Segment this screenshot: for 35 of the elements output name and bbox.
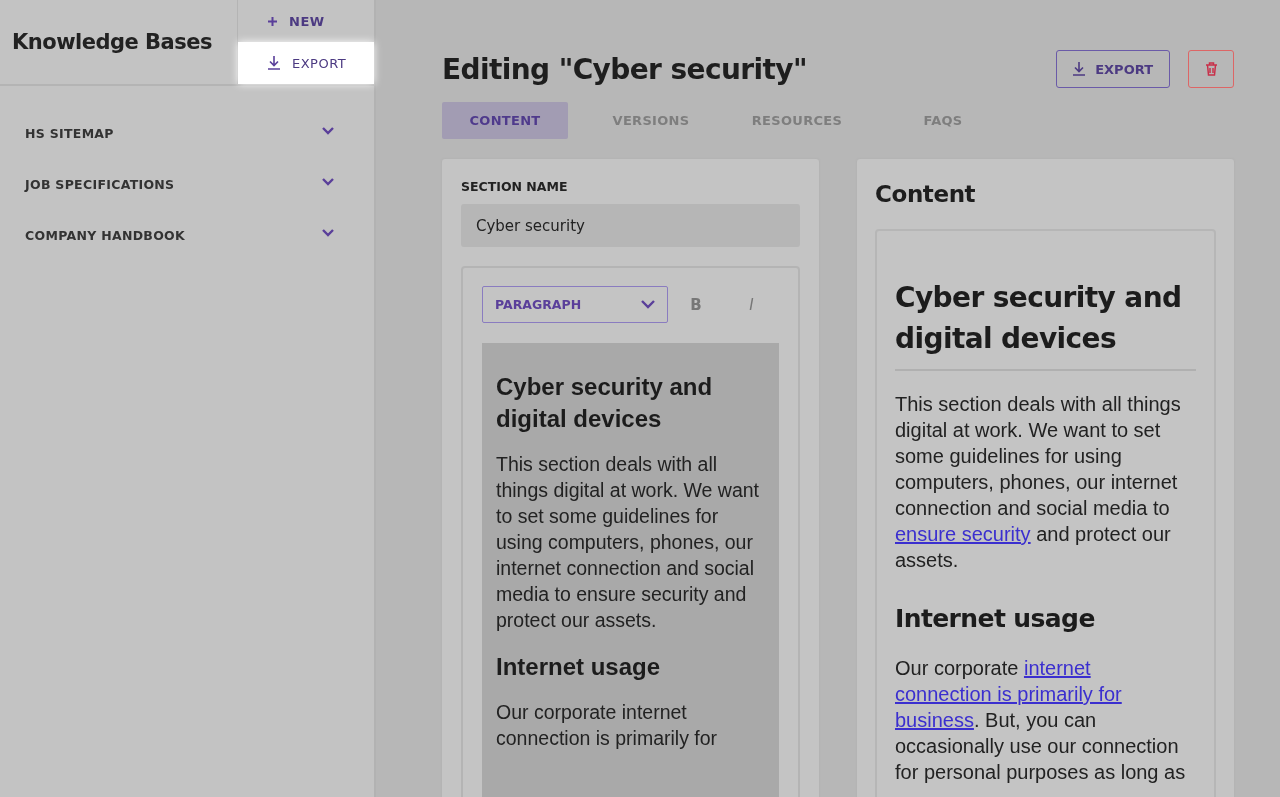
preview-title: Content xyxy=(875,181,977,207)
content-heading: Internet usage xyxy=(496,652,662,682)
download-icon xyxy=(1073,62,1086,76)
text-editor[interactable] xyxy=(482,343,779,797)
text-link[interactable]: internet xyxy=(1023,657,1091,679)
page-title: Editing "Cyber security" xyxy=(442,52,807,86)
section-name-field[interactable]: Cyber security xyxy=(461,204,800,247)
chevron-icon xyxy=(322,177,334,186)
chevron-icon xyxy=(322,228,334,237)
field-label: SECTION NAME xyxy=(461,179,569,194)
download-icon xyxy=(268,56,280,70)
chevron-icon xyxy=(322,126,334,135)
content-heading: Cyber security and digital devices xyxy=(496,372,714,434)
trash-icon xyxy=(1204,62,1218,76)
content-heading: Internet usage xyxy=(895,603,1096,635)
italic-button[interactable]: I xyxy=(723,286,779,323)
new-button[interactable]: NEW xyxy=(238,0,374,42)
block-type-dropdown[interactable]: PARAGRAPH xyxy=(482,286,669,323)
plus-icon xyxy=(268,16,277,26)
sidebar-item[interactable]: COMPANY HANDBOOK xyxy=(0,210,374,261)
sidebar-item[interactable]: HS SITEMAP xyxy=(0,108,374,159)
content-paragraph: Our corporate internet connection is primarily for business. But, you can occasionally use our connection for personal purposes as long as xyxy=(895,656,1187,785)
content-heading: Cyber security and digital devices xyxy=(895,277,1196,371)
tab[interactable]: CONTENT xyxy=(442,102,568,139)
text-link[interactable]: ensure security xyxy=(895,523,1031,545)
content-paragraph: Our corporate internet connection is primarily for xyxy=(496,700,719,751)
chevron-icon xyxy=(641,300,656,309)
text-link[interactable]: business xyxy=(895,709,974,731)
sidebar-item[interactable]: JOB SPECIFICATIONS xyxy=(0,159,374,210)
export-button[interactable]: EXPORT xyxy=(238,42,374,84)
export-button[interactable]: EXPORT xyxy=(1056,50,1170,88)
content-paragraph: This section deals with all things digital at work. We want to set some guidelines for using computers, phones, our internet connection and social media to ensure security and protect our assets. xyxy=(895,392,1182,573)
bold-button[interactable]: B xyxy=(668,286,724,323)
content-paragraph: This section deals with all things digital at work. We want to set some guidelines for using computers, phones, our internet connection and social media to ensure security and protect our assets. xyxy=(496,452,760,633)
text-link[interactable]: connection is primarily for xyxy=(895,683,1122,705)
